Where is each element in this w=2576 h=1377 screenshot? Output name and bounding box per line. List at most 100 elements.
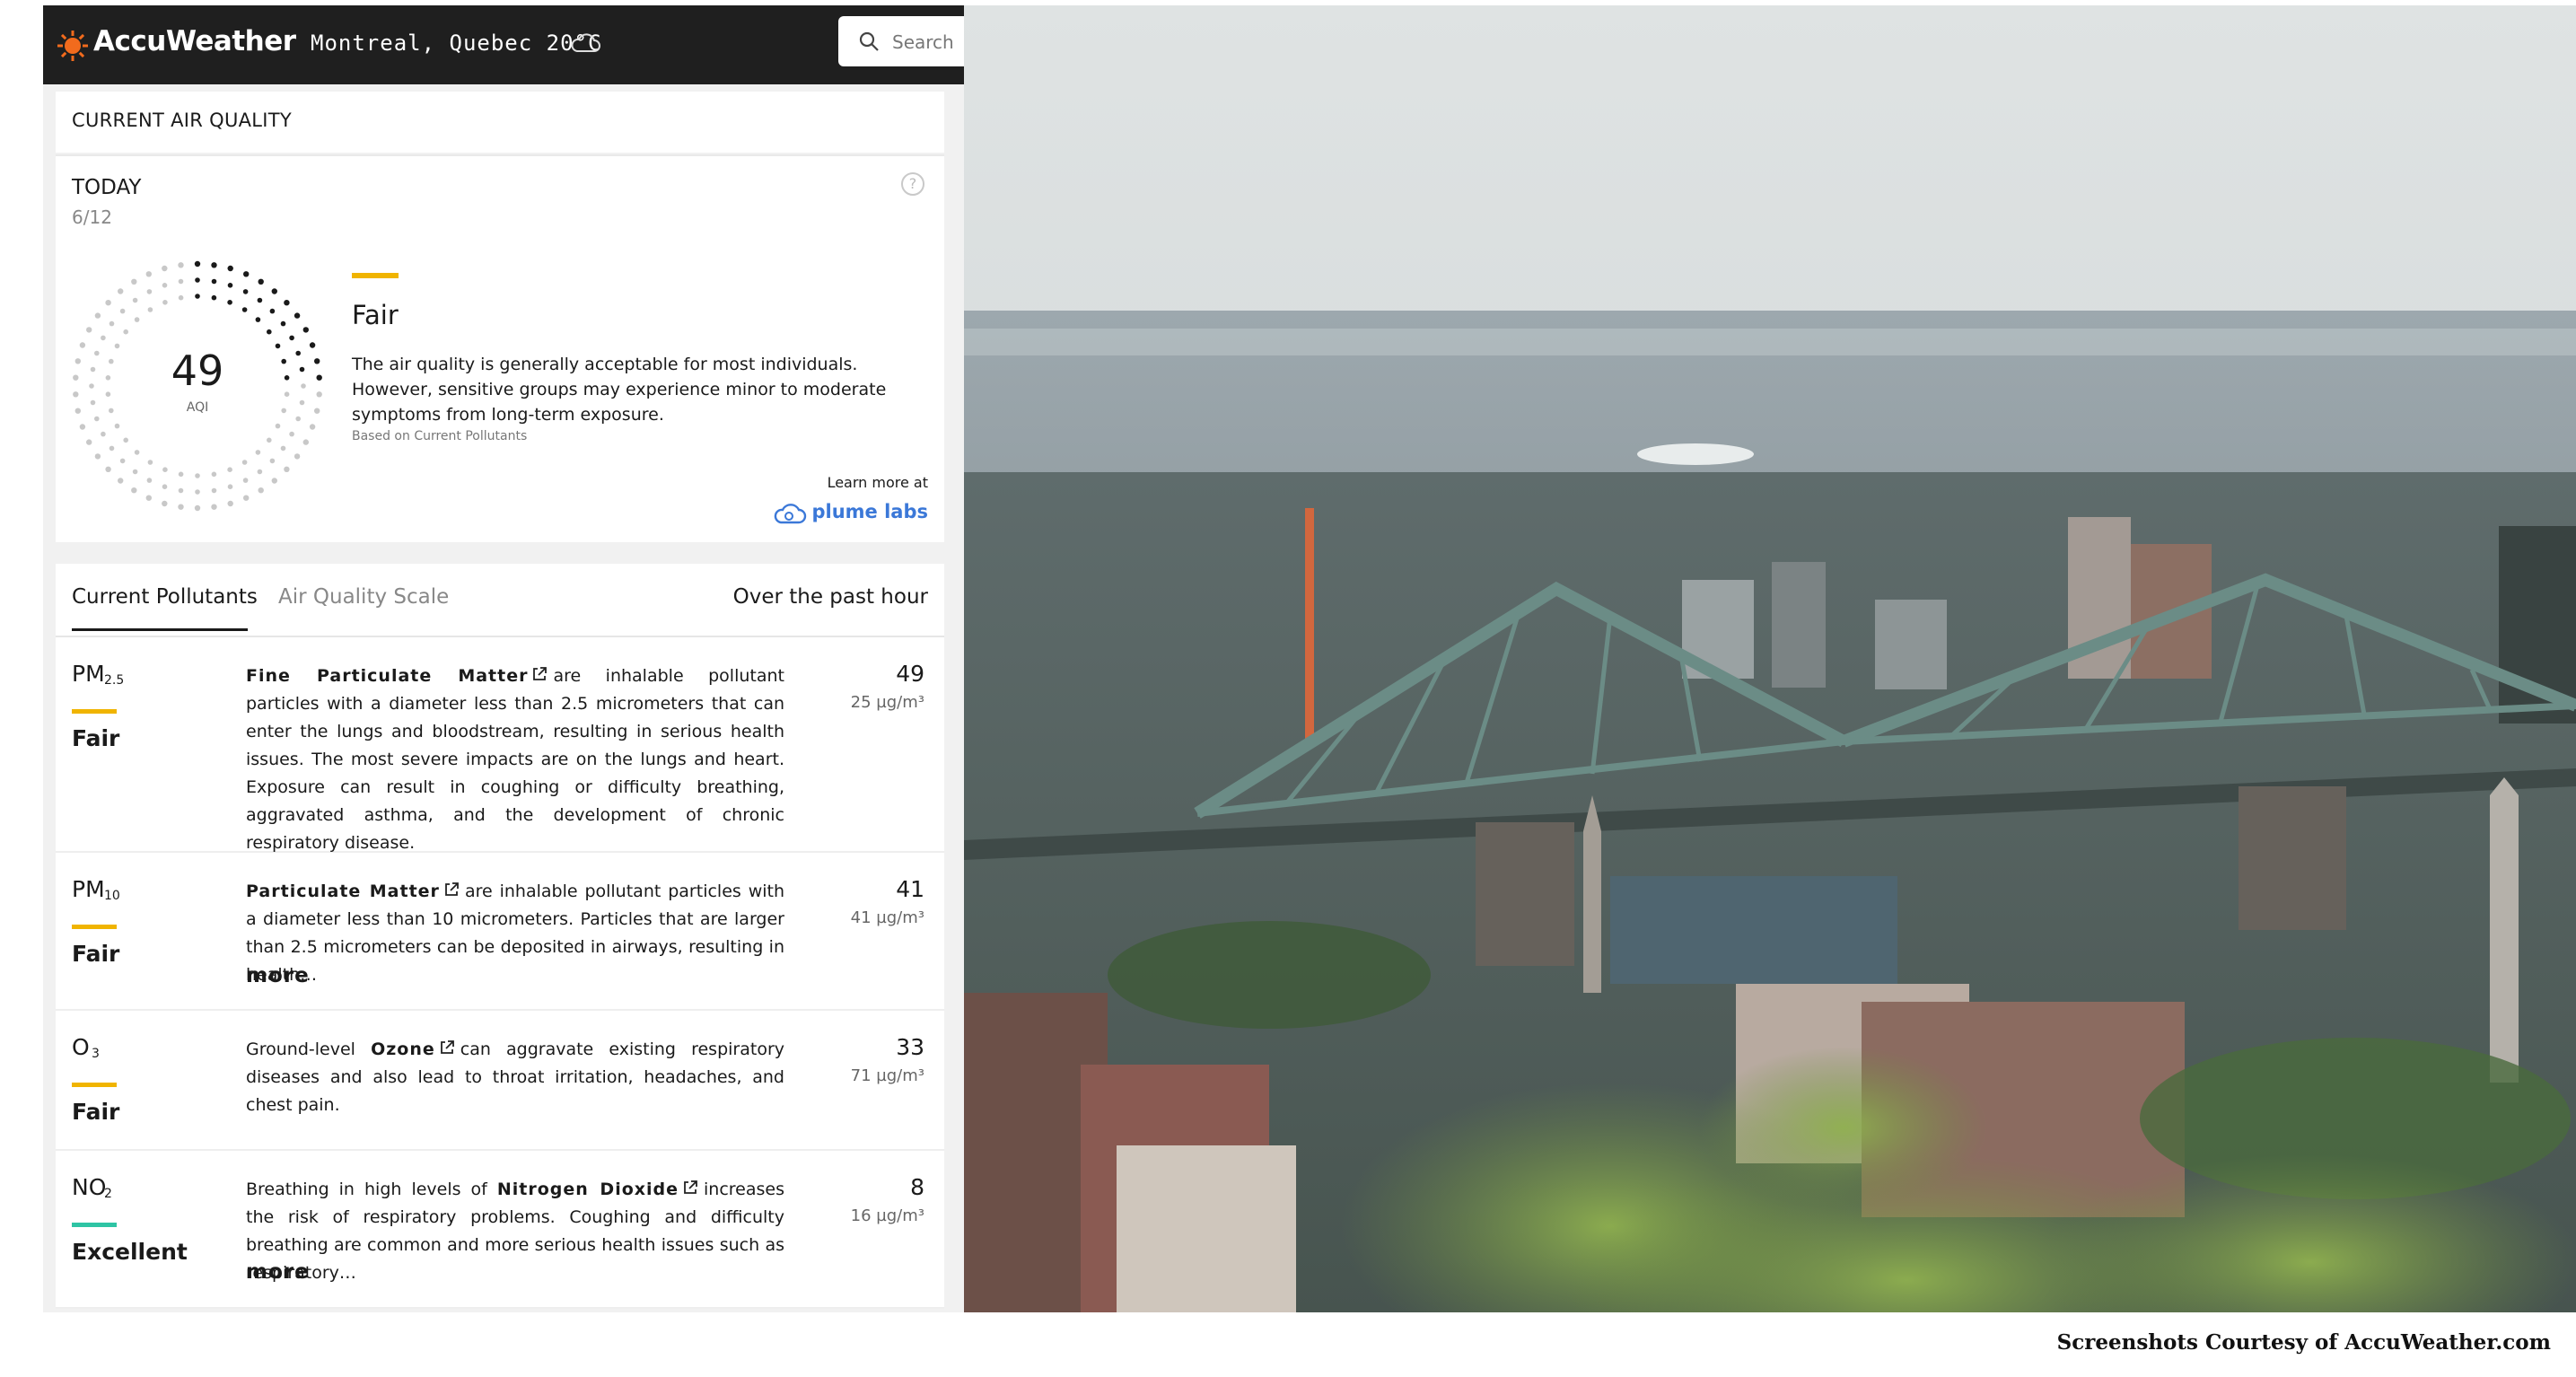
gauge-dot	[94, 312, 101, 319]
gauge-dot	[269, 458, 276, 464]
accuweather-sun-logo-icon[interactable]	[57, 31, 88, 61]
pollutant-description-text: are inhalable pollutant particles with a…	[246, 666, 784, 853]
gauge-dot	[73, 391, 79, 398]
gauge-dot	[178, 294, 184, 301]
gauge-dot	[162, 265, 168, 272]
search-input[interactable]: Search	[838, 16, 964, 66]
more-link[interactable]: more	[246, 1260, 310, 1284]
pollutant-subscript: 3	[92, 1047, 100, 1061]
plume-labs-link[interactable]: plume labs	[811, 501, 928, 522]
pollutant-symbol: NO	[72, 1174, 107, 1200]
gauge-dot	[86, 439, 92, 445]
gauge-dot	[119, 458, 126, 464]
gauge-dot	[314, 408, 320, 414]
gauge-dot	[258, 487, 264, 494]
gauge-dot	[295, 350, 302, 356]
gauge-dot	[257, 469, 263, 475]
today-date: 6/12	[72, 206, 112, 228]
pollutant-subscript: 2	[104, 1187, 112, 1201]
gauge-dot	[284, 300, 290, 306]
pollutant-description: Fine Particulate Matter are inhalable pol…	[246, 662, 784, 857]
brand-name[interactable]: AccuWeather	[93, 25, 296, 57]
gauge-dot	[301, 383, 306, 389]
gauge-dot	[284, 391, 290, 397]
pollutant-category: Fair	[72, 725, 120, 751]
gauge-dot	[74, 408, 81, 414]
pollutant-link[interactable]: Ozone	[371, 1039, 435, 1059]
current-location-temperature[interactable]: Montreal, Quebec 20°C	[311, 31, 601, 56]
gauge-dot	[178, 278, 184, 285]
gauge-dot	[178, 504, 184, 510]
gauge-dot	[284, 375, 290, 381]
gauge-dot	[134, 450, 140, 455]
pollutant-link[interactable]: Particulate Matter	[246, 881, 440, 901]
gauge-dot	[227, 265, 233, 272]
gauge-dot	[309, 424, 316, 430]
gauge-dot	[211, 504, 217, 510]
pollutant-description: Ground-level Ozone can aggravate existing…	[246, 1036, 784, 1119]
pollutant-concentration: 71 µg/m³	[850, 1066, 924, 1085]
gauge-dot	[94, 350, 100, 356]
gauge-dot	[243, 495, 250, 501]
pollutant-category: Excellent	[72, 1239, 188, 1265]
gauge-dot	[162, 283, 168, 288]
gauge-dot	[134, 317, 140, 322]
pollutant-row-no2: NO 2 Excellent Breathing in high levels …	[56, 1151, 944, 1309]
category-color-bar	[352, 273, 399, 278]
plume-labs-cloud-icon[interactable]	[774, 501, 808, 526]
gauge-dot	[101, 431, 106, 437]
gauge-dot	[146, 289, 153, 294]
pollutant-color-bar	[72, 1223, 117, 1227]
pollutants-card: Current Pollutants Air Quality Scale Ove…	[56, 564, 944, 1309]
external-link-icon[interactable]	[531, 666, 548, 682]
gauge-dot	[131, 487, 137, 494]
pollutant-index-value: 41	[896, 876, 924, 902]
montreal-skyline-bridge-photo	[964, 5, 2576, 1312]
gauge-dot	[147, 460, 153, 465]
pollutant-color-bar	[72, 925, 117, 929]
gauge-dot	[145, 495, 152, 501]
gauge-dot	[299, 366, 305, 373]
gauge-dot	[94, 416, 100, 422]
gauge-dot	[271, 288, 277, 294]
help-icon[interactable]: ?	[901, 172, 924, 196]
external-link-icon[interactable]	[443, 881, 460, 898]
aqi-label: AQI	[186, 400, 209, 415]
gauge-dot	[90, 366, 96, 373]
pollutant-color-bar	[72, 709, 117, 714]
external-link-icon[interactable]	[682, 1180, 698, 1196]
gauge-dot	[227, 467, 232, 472]
external-link-icon[interactable]	[439, 1039, 455, 1056]
pollutant-subscript: 10	[104, 889, 120, 903]
gauge-dot	[178, 471, 184, 478]
gauge-dot	[118, 288, 124, 294]
section-title: CURRENT AIR QUALITY	[72, 110, 293, 131]
tab-air-quality-scale[interactable]: Air Quality Scale	[278, 585, 449, 609]
tab-current-pollutants[interactable]: Current Pollutants	[72, 585, 258, 609]
aqi-description: The air quality is generally acceptable …	[352, 355, 887, 425]
gauge-dot	[284, 466, 290, 472]
pollutant-symbol: PM	[72, 876, 105, 902]
pollutant-concentration: 41 µg/m³	[850, 908, 924, 927]
gauge-dot	[242, 478, 249, 483]
gauge-dot	[105, 391, 111, 397]
pollutant-description-lead: Breathing in high levels of	[246, 1180, 487, 1199]
gauge-dot	[109, 408, 114, 414]
gauge-dot	[316, 391, 322, 398]
gauge-dot	[227, 283, 233, 288]
pollutant-link[interactable]: Nitrogen Dioxide	[497, 1180, 679, 1199]
gauge-dot	[119, 308, 126, 314]
learn-more-text: Learn more at	[827, 474, 928, 491]
more-link[interactable]: more	[246, 964, 310, 987]
gauge-dot	[316, 374, 322, 381]
gauge-dot	[267, 437, 272, 443]
gauge-dot	[295, 416, 302, 422]
pollutant-link[interactable]: Fine Particulate Matter	[246, 666, 528, 686]
gauge-dot	[105, 300, 111, 306]
gauge-dot	[280, 445, 286, 452]
gauge-dot	[79, 424, 86, 430]
aqi-value: 49	[171, 346, 224, 395]
gauge-dot	[267, 329, 272, 335]
pollutant-index-value: 8	[910, 1174, 924, 1200]
gauge-dot	[109, 445, 115, 452]
